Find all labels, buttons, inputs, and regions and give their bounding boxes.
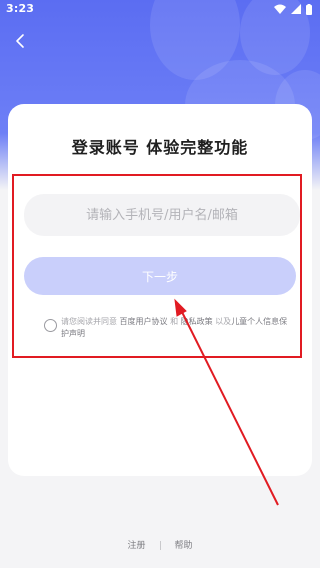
back-button[interactable] bbox=[10, 30, 32, 52]
signal-icon bbox=[291, 4, 301, 14]
footer-links: 注册 帮助 bbox=[0, 538, 320, 551]
login-title: 登录账号 体验完整功能 bbox=[71, 138, 249, 157]
chevron-left-icon bbox=[16, 34, 24, 48]
register-link[interactable]: 注册 bbox=[127, 541, 145, 551]
annotation-highlight-box bbox=[12, 174, 302, 358]
status-time: 3:23 bbox=[6, 2, 35, 15]
footer-divider bbox=[159, 541, 161, 550]
battery-icon bbox=[306, 3, 312, 15]
status-bar: 3:23 bbox=[0, 0, 320, 18]
help-link[interactable]: 帮助 bbox=[175, 541, 193, 551]
wifi-icon bbox=[274, 4, 286, 14]
